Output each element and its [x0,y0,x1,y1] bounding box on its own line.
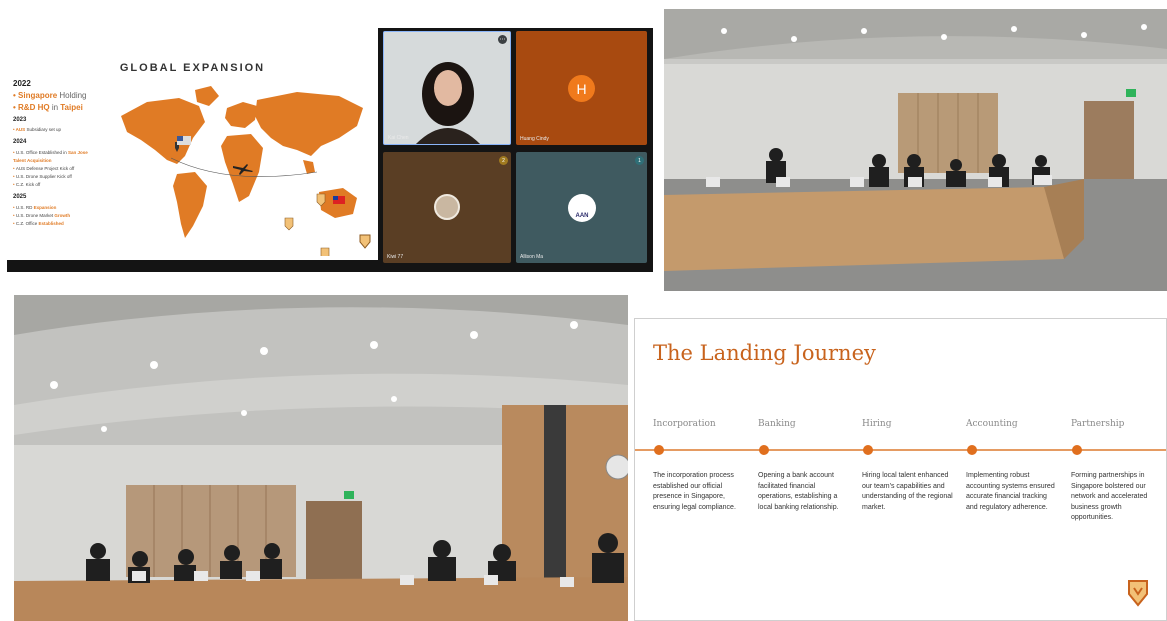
timeline-item: • R&D HQ in Taipei [13,103,83,112]
slide-title: The Landing Journey [653,341,876,365]
step-title-accounting: Accounting [966,419,1018,429]
participant-name: Kai Chen [388,135,409,141]
participant-name: Allison Ma [520,254,544,260]
step-description: Hiring local talent enhanced our team's … [862,472,953,511]
slide-title: GLOBAL EXPANSION [119,62,266,74]
timeline-year: 2022 [13,79,31,88]
step-description: Forming partnerships in Singapore bolste… [1071,472,1148,521]
participant-name: Huang Cindy [520,136,549,142]
shield-logo-icon [359,234,371,249]
timeline-item: • AUS Defense Project Kick off [13,166,75,171]
timeline-dot [759,445,769,455]
avatar [434,194,460,220]
timeline-item: • U.S. Drone Supplier Kick off [13,174,72,179]
shared-slide-global-expansion: GLOBAL EXPANSION 2022 • Singapore Holdin… [7,28,378,260]
room-illustration [664,9,1167,291]
timeline-year: 2023 [13,117,27,123]
participant-tile[interactable]: 2 Kiwi 77 [383,152,511,263]
step-title-banking: Banking [758,419,796,429]
avatar-text: AAN [575,213,589,219]
step-title-hiring: Hiring [862,419,892,429]
timeline-item: • U.S. Drone Market Growth [13,213,71,218]
world-map [121,86,363,256]
participant-video [384,32,510,144]
timeline-item: Talent Acquisition [13,158,52,163]
video-call-screenshot: GLOBAL EXPANSION 2022 • Singapore Holdin… [7,28,653,272]
timeline-item: • U.S. RD Expansion [13,205,57,210]
step-description: Opening a bank account facilitated finan… [758,472,839,511]
status-badge: 2 [499,156,508,165]
shield-logo-icon [1128,580,1148,607]
timeline-item: • AUS Subsidiary set up [13,127,61,132]
timeline-item: • C.Z. Office Established [13,221,64,226]
step-title-partnership: Partnership [1071,419,1125,429]
timeline-item: • U.S. Office Established in San Jose [13,150,88,155]
shared-slide-landing-journey: The Landing Journey Incorporation Bankin… [634,318,1167,621]
step-title-incorporation: Incorporation [653,419,716,429]
timeline-year: 2024 [13,139,27,145]
timeline-line [635,449,1166,451]
meeting-room-photo [14,295,628,621]
timeline-dot [863,445,873,455]
participant-name: Kiwi 77 [387,254,404,260]
map-pin-icon [284,193,330,256]
status-badge: 1 [635,156,644,165]
timeline-dot [967,445,977,455]
timeline-dot [654,445,664,455]
timeline-dot [1072,445,1082,455]
meeting-room-photo [664,9,1167,291]
avatar: AAN [568,194,596,222]
participant-tile[interactable]: H Huang Cindy [516,31,647,145]
timeline-item: • C.Z. Kick off [13,182,41,187]
more-options-icon[interactable]: ⋯ [498,35,507,44]
step-description: The incorporation process established ou… [653,472,736,511]
timeline-year: 2025 [13,194,27,200]
step-description: Implementing robust accounting systems e… [966,472,1055,511]
room-illustration [14,295,628,621]
participant-tile[interactable]: ⋯ Kai Chen [383,31,511,145]
avatar: H [568,75,595,102]
timeline-item: • Singapore Holding [13,91,87,100]
participant-tile[interactable]: 1 AAN Allison Ma [516,152,647,263]
